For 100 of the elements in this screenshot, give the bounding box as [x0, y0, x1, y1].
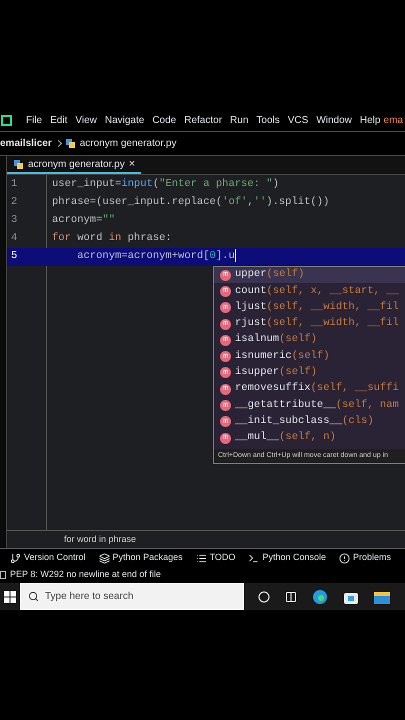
line-number: 3: [10, 213, 18, 228]
project-name[interactable]: emailslicer: [0, 136, 52, 151]
method-name: isalnum: [235, 332, 280, 348]
method-icon: m: [220, 286, 231, 297]
folder-icon[interactable]: [374, 590, 390, 604]
method-name: removesuffix: [235, 381, 311, 396]
method-signature: (self, __suffi: [310, 381, 399, 396]
tool-window-tab[interactable]: Version Control: [10, 551, 86, 565]
code-token: for: [52, 231, 71, 246]
completion-item[interactable]: m count(self, x, __start, __: [214, 283, 405, 300]
method-signature: (self, nam: [336, 398, 399, 413]
line-number: 2: [10, 195, 18, 210]
method-name: __init_subclass__: [235, 414, 342, 429]
menu-item[interactable]: Run: [230, 113, 248, 128]
completion-item[interactable]: m ljust(self, __width, __fil: [214, 300, 405, 316]
completion-item[interactable]: m isalnum(self): [214, 332, 405, 348]
method-name: upper: [235, 267, 267, 282]
method-icon: m: [220, 416, 231, 428]
code-token: 'of': [222, 195, 248, 210]
method-icon: m: [220, 351, 231, 362]
cortana-circle-icon[interactable]: [258, 590, 270, 602]
browser-icon[interactable]: [312, 588, 328, 604]
close-icon[interactable]: ×: [128, 156, 136, 172]
python-file-icon: [13, 158, 24, 170]
method-name: __getattribute__: [235, 398, 336, 413]
menu-item[interactable]: Code: [152, 113, 176, 128]
code-token: ].u: [216, 249, 235, 264]
completion-item[interactable]: m removesuffix(self, __suffi: [214, 381, 405, 398]
method-name: isnumeric: [235, 348, 292, 364]
code-token: phrase=(user_input.replace(: [52, 195, 222, 210]
status-icon: [0, 571, 6, 579]
method-signature: (self, n): [279, 430, 336, 446]
menu-item[interactable]: Tools: [256, 113, 280, 128]
completion-item[interactable]: m __init_subclass__(cls): [214, 414, 405, 430]
layers-icon: [98, 552, 110, 564]
menu-item[interactable]: Edit: [50, 113, 68, 128]
method-signature: (self): [279, 332, 317, 348]
alert-icon: [338, 552, 350, 564]
method-signature: (self, x, __start, __: [266, 284, 399, 299]
completion-item[interactable]: m isupper(self): [214, 364, 405, 382]
code-token: '': [254, 195, 266, 210]
method-signature: (self): [279, 365, 317, 380]
text-caret: [234, 249, 236, 262]
menu-item[interactable]: Navigate: [104, 113, 144, 128]
method-icon: m: [220, 432, 231, 444]
completion-item[interactable]: m isnumeric(self): [214, 348, 405, 365]
code-token: "Enter a pharse: ": [159, 177, 273, 192]
completion-item[interactable]: m __getattribute__(self, nam: [214, 397, 405, 414]
search-icon: [28, 591, 39, 602]
tab-label: acronym generator.py: [28, 158, 125, 172]
terminal-icon: [248, 552, 260, 564]
method-signature: (self): [292, 348, 330, 364]
completion-item[interactable]: m upper(self): [214, 267, 405, 284]
method-icon: m: [220, 318, 231, 330]
python-file-icon: [64, 138, 76, 149]
method-signature: (self): [266, 267, 304, 282]
method-name: rjust: [235, 316, 267, 332]
code-token: phrase:: [126, 231, 172, 246]
code-token: ): [272, 177, 279, 192]
task-view-icon[interactable]: [285, 590, 297, 602]
code-token: input: [121, 177, 153, 192]
tool-window-tab[interactable]: Python Packages: [98, 551, 183, 565]
completion-item[interactable]: m rjust(self, __width, __fil: [214, 316, 405, 332]
code-token: acronym=acronym+word[: [76, 249, 210, 264]
tool-window-tab[interactable]: Problems: [338, 551, 391, 565]
menu-item[interactable]: Window: [316, 113, 352, 128]
method-signature: (self, __width, __fil: [266, 300, 399, 315]
tool-window-tab[interactable]: TODO: [196, 551, 236, 565]
code-token: ).split()): [266, 195, 330, 210]
method-name: __mul__: [235, 430, 280, 446]
line-number: 5: [10, 249, 18, 264]
code-token: 0: [210, 249, 216, 264]
code-token: ,: [247, 195, 254, 210]
code-token: in: [108, 231, 122, 246]
code-token: (: [152, 177, 160, 192]
line-number: 4: [10, 231, 18, 246]
method-name: isupper: [235, 365, 280, 380]
breadcrumb-file[interactable]: acronym generator.py: [80, 136, 176, 151]
code-token: acronym=: [52, 213, 102, 228]
project-label: ema: [384, 114, 403, 128]
menu-item[interactable]: File: [26, 113, 42, 128]
method-icon: m: [220, 400, 231, 412]
menu-item[interactable]: VCS: [288, 113, 308, 128]
completion-item[interactable]: m __mul__(self, n): [214, 430, 405, 446]
tool-window-tab[interactable]: Python Console: [248, 551, 326, 565]
method-icon: m: [220, 334, 231, 346]
method-signature: (cls): [342, 414, 374, 429]
menu-item[interactable]: Help: [360, 113, 380, 128]
menu-item[interactable]: View: [75, 113, 97, 128]
line-number: 1: [10, 177, 18, 192]
method-name: count: [235, 284, 267, 299]
code-token: "": [102, 213, 116, 228]
windows-logo-icon: [4, 590, 16, 602]
search-input[interactable]: Type here to search: [45, 589, 225, 604]
code-token: user_input=: [52, 177, 122, 192]
menu-item[interactable]: Refactor: [184, 113, 222, 128]
method-name: ljust: [235, 300, 267, 315]
search-bar[interactable]: Type here to search: [20, 583, 244, 610]
branch-icon: [10, 552, 21, 564]
method-icon: m: [220, 384, 231, 395]
